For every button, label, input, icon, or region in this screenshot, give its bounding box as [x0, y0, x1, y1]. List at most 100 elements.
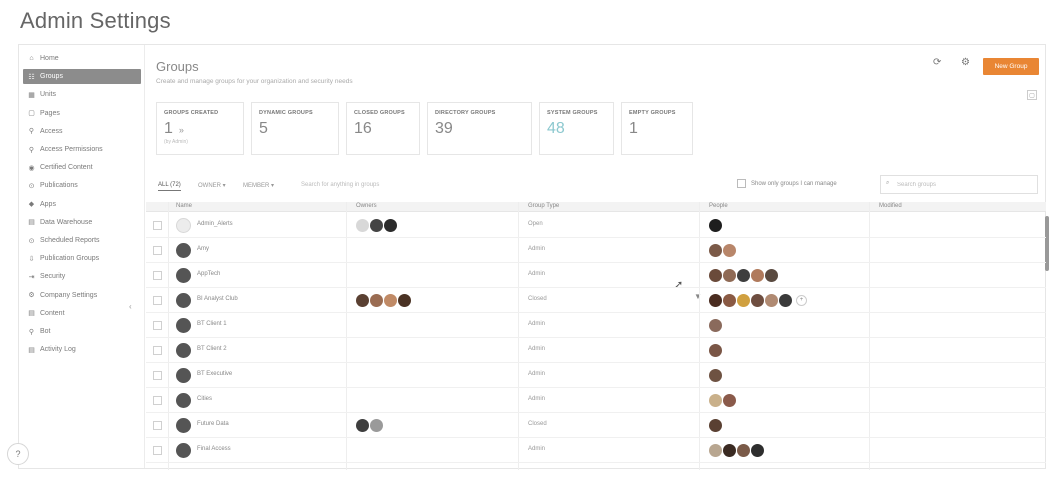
- new-group-button[interactable]: New Group: [983, 58, 1039, 75]
- avatar: [356, 218, 369, 232]
- stat-value: 1: [629, 120, 685, 138]
- avatar: [709, 243, 722, 257]
- sidebar-item-apps[interactable]: ◆ Apps: [23, 197, 141, 212]
- sidebar-item-access-permissions[interactable]: ⚲ Access Permissions: [23, 142, 141, 157]
- row-checkbox[interactable]: [153, 321, 162, 330]
- table-row[interactable]: Amy Admin: [146, 238, 1046, 263]
- table-row[interactable]: AppTech Admin: [146, 263, 1046, 288]
- group-name[interactable]: AppTech: [197, 271, 220, 277]
- group-search-input[interactable]: [880, 175, 1038, 194]
- avatar: [723, 243, 736, 257]
- sidebar-item-pages[interactable]: ▢ Pages: [23, 106, 141, 121]
- group-name[interactable]: BT Executive: [197, 371, 232, 377]
- filter-tab[interactable]: ALL (72): [158, 182, 181, 191]
- stat-subtext: (by Admin): [164, 139, 188, 145]
- group-name[interactable]: BT Client 1: [197, 321, 227, 327]
- group-avatar: [176, 393, 191, 408]
- help-button[interactable]: ?: [7, 443, 29, 465]
- owner-avatars: [356, 418, 384, 432]
- table-row[interactable]: BT Client 1 Admin: [146, 313, 1046, 338]
- row-checkbox[interactable]: [153, 296, 162, 305]
- sidebar-item-home[interactable]: ⌂ Home: [23, 51, 141, 66]
- sidebar-item-content[interactable]: ▤ Content: [23, 306, 141, 321]
- table-row[interactable]: Admin_Alerts Open: [146, 213, 1046, 238]
- avatar: [709, 343, 722, 357]
- sidebar-item-label: Content: [40, 309, 65, 317]
- sidebar-item-publications[interactable]: ⊙ Publications: [23, 178, 141, 193]
- column-header-owners[interactable]: Owners: [356, 203, 377, 209]
- group-type: Admin: [528, 246, 546, 252]
- table-row[interactable]: BT Client 2 Admin: [146, 338, 1046, 363]
- sidebar-item-access[interactable]: ⚲ Access: [23, 124, 141, 139]
- sidebar-item-groups[interactable]: ☷ Groups: [23, 69, 141, 85]
- group-name[interactable]: Future Data: [197, 421, 229, 427]
- sidebar-item-data-warehouse[interactable]: ▤ Data Warehouse: [23, 215, 141, 230]
- page-title: Admin Settings: [20, 8, 171, 33]
- group-avatar: [176, 418, 191, 433]
- stat-number: 1: [629, 120, 638, 137]
- table-row[interactable]: Final Access Admin: [146, 438, 1046, 463]
- stat-value: 16: [354, 120, 412, 138]
- table-row[interactable]: BT Executive Admin: [146, 363, 1046, 388]
- row-checkbox[interactable]: [153, 371, 162, 380]
- row-checkbox[interactable]: [153, 271, 162, 280]
- sidebar-item-security[interactable]: ⇥ Security: [23, 269, 141, 284]
- group-name[interactable]: BI Analyst Club: [197, 296, 238, 302]
- only-mine-checkbox[interactable]: [737, 179, 746, 188]
- row-checkbox[interactable]: [153, 246, 162, 255]
- security-icon: ⇥: [28, 273, 35, 281]
- sidebar-item-label: Publication Groups: [40, 255, 100, 263]
- table-row[interactable]: BI Analyst Club Closed +: [146, 288, 1046, 313]
- people-avatars: [709, 443, 765, 457]
- sidebar-item-label: Security: [40, 273, 66, 281]
- row-checkbox[interactable]: [153, 446, 162, 455]
- filter-search-hint[interactable]: Search for anything in groups: [301, 182, 379, 188]
- sidebar-item-publication-groups[interactable]: ⇩ Publication Groups: [23, 251, 141, 266]
- group-name[interactable]: Cities: [197, 396, 212, 402]
- chevron-right-icon: »: [178, 125, 184, 135]
- sidebar-item-activity-log[interactable]: ▤ Activity Log: [23, 342, 141, 357]
- stat-card[interactable]: DIRECTORY GROUPS 39: [427, 102, 532, 155]
- sidebar-item-scheduled-reports[interactable]: ⊙ Scheduled Reports: [23, 233, 141, 248]
- publication-groups-icon: ⇩: [28, 255, 35, 263]
- sidebar-item-bot[interactable]: ⚲ Bot: [23, 324, 141, 339]
- sidebar-item-certified-content[interactable]: ◉ Certified Content: [23, 160, 141, 175]
- avatar: [709, 318, 722, 332]
- stat-value: 48: [547, 120, 606, 138]
- column-header-modified[interactable]: Modified: [879, 203, 902, 209]
- group-avatar: [176, 243, 191, 258]
- group-name[interactable]: Admin_Alerts: [197, 221, 233, 227]
- row-checkbox[interactable]: [153, 346, 162, 355]
- stat-card[interactable]: GROUPS CREATED 1» (by Admin): [156, 102, 244, 155]
- refresh-icon[interactable]: ⟳: [933, 57, 941, 68]
- table-row[interactable]: Future Data Closed: [146, 413, 1046, 438]
- filter-tab[interactable]: OWNER ▾: [198, 182, 226, 189]
- column-header-name[interactable]: Name: [176, 203, 192, 209]
- row-checkbox[interactable]: [153, 421, 162, 430]
- stat-card[interactable]: DYNAMIC GROUPS 5: [251, 102, 339, 155]
- column-header-group-type[interactable]: Group Type: [528, 203, 559, 209]
- table-row[interactable]: Cities Admin: [146, 388, 1046, 413]
- sidebar-item-company-settings[interactable]: ⚙ Company Settings: [23, 288, 141, 303]
- gear-icon[interactable]: ⚙: [961, 57, 970, 68]
- column-header-people[interactable]: People: [709, 203, 728, 209]
- group-type: Admin: [528, 446, 546, 452]
- group-name[interactable]: BT Client 2: [197, 346, 227, 352]
- sidebar-item-units[interactable]: ▦ Units: [23, 87, 141, 102]
- stat-card[interactable]: EMPTY GROUPS 1: [621, 102, 693, 155]
- group-name[interactable]: Amy: [197, 246, 209, 252]
- stat-card[interactable]: CLOSED GROUPS 16: [346, 102, 420, 155]
- avatar: [751, 443, 764, 457]
- group-avatar: [176, 343, 191, 358]
- group-type: Admin: [528, 346, 546, 352]
- row-checkbox[interactable]: [153, 396, 162, 405]
- owner-avatars: [356, 293, 412, 307]
- people-avatars: [709, 268, 779, 282]
- group-name[interactable]: Final Access: [197, 446, 231, 452]
- filter-tab[interactable]: MEMBER ▾: [243, 182, 274, 189]
- panel-toggle-icon[interactable]: ▢: [1027, 90, 1037, 100]
- row-checkbox[interactable]: [153, 221, 162, 230]
- data-warehouse-icon: ▤: [28, 219, 35, 227]
- more-people-badge[interactable]: +: [796, 294, 807, 306]
- stat-card[interactable]: SYSTEM GROUPS 48: [539, 102, 614, 155]
